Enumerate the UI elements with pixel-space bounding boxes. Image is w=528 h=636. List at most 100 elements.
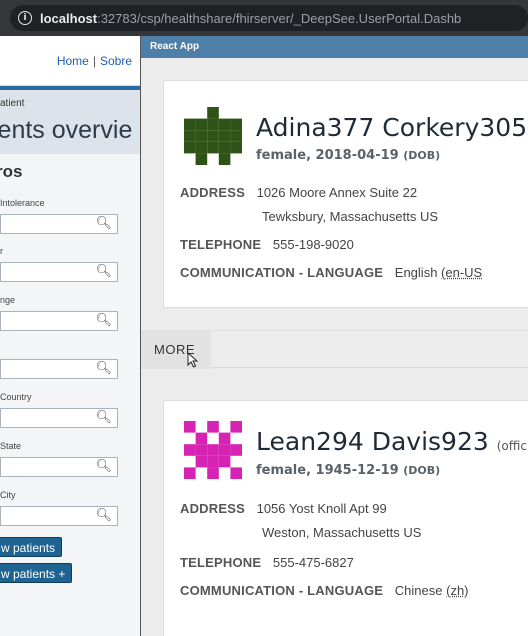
- telephone-value: 555-475-6827: [272, 555, 354, 570]
- gender-birthdate: female, 1945-12-19: [256, 463, 399, 478]
- filter-input[interactable]: 🔍︎: [0, 214, 118, 234]
- mouse-cursor-icon: [187, 352, 199, 368]
- search-icon[interactable]: 🔍︎: [95, 508, 112, 523]
- identicon-cell: [218, 153, 231, 165]
- identicon-cell: [195, 141, 208, 154]
- patient-list: Adina377 Corkery305 (o female, 2018-04-1…: [141, 58, 528, 636]
- search-icon[interactable]: 🔍︎: [95, 313, 112, 328]
- patient-card: Adina377 Corkery305 (o female, 2018-04-1…: [163, 80, 528, 308]
- patient-gender-birth: female, 1945-12-19 (DOB): [256, 463, 440, 478]
- address-line2: Weston, Massachusetts US: [262, 525, 422, 540]
- dob-tag: (DOB): [403, 149, 441, 162]
- url-field[interactable]: i localhost :32783/csp/healthshare/fhirs…: [10, 5, 528, 31]
- identicon-cell: [195, 130, 208, 142]
- filter-label: Country: [0, 392, 32, 402]
- filter-label: [0, 343, 118, 355]
- browser-address-bar: i localhost :32783/csp/healthshare/fhirs…: [0, 0, 528, 36]
- language-row: COMMUNICATION - LANGUAGE Chinese (zh): [180, 583, 469, 598]
- identicon-cell: [230, 118, 242, 131]
- identicon-cell: [207, 107, 219, 119]
- filter-gender: r 🔍︎: [0, 246, 118, 282]
- address-line2: Tewksbury, Massachusetts US: [262, 209, 439, 224]
- filter-input[interactable]: 🔍︎: [0, 506, 118, 526]
- identicon-cell: [230, 444, 242, 456]
- react-app-window: React App Adina377 Corkery305 (o female,…: [140, 36, 528, 636]
- more-bar: MORE: [141, 330, 528, 369]
- identicon-cell: [207, 141, 219, 154]
- more-button[interactable]: MORE: [141, 331, 211, 369]
- identicon-cell: [207, 467, 219, 479]
- address-line1: 1026 Moore Annex Suite 22: [256, 185, 418, 200]
- filters-heading: ros: [0, 162, 23, 181]
- identicon-cell: [230, 141, 242, 154]
- identicon-cell: [218, 455, 231, 468]
- filter-label: r: [0, 246, 3, 256]
- dashboard-subtitle: atient: [0, 98, 25, 109]
- react-app-title: React App: [141, 36, 528, 58]
- view-patients-new-button[interactable]: w patients +: [0, 563, 73, 583]
- filter-input[interactable]: 🔍︎: [0, 262, 118, 282]
- communication-key: COMMUNICATION - LANGUAGE: [180, 583, 384, 598]
- identicon-avatar: [184, 107, 242, 165]
- telephone-key: TELEPHONE: [180, 555, 262, 570]
- dashboard-title: ients overvie: [0, 116, 133, 144]
- search-icon[interactable]: 🔍︎: [95, 216, 112, 231]
- screen: i localhost :32783/csp/healthshare/fhirs…: [0, 0, 528, 636]
- search-icon[interactable]: 🔍︎: [95, 361, 112, 376]
- identicon-cell: [195, 444, 208, 456]
- language-value: English: [394, 265, 438, 280]
- dob-tag: (DOB): [403, 464, 441, 477]
- identicon-cell: [184, 118, 196, 131]
- filter-input[interactable]: 🔍︎: [0, 311, 118, 331]
- home-link[interactable]: Home: [57, 54, 89, 68]
- language-value: Chinese: [394, 583, 443, 598]
- filter-allergy: Intolerance 🔍︎: [0, 198, 118, 234]
- identicon-cell: [218, 130, 231, 142]
- address-row: ADDRESS 1056 Yost Knoll Apt 99: [180, 501, 387, 516]
- identicon-cell: [218, 118, 231, 131]
- identicon-cell: [218, 141, 231, 154]
- address-key: ADDRESS: [180, 185, 245, 200]
- gender-birthdate: female, 2018-04-19: [256, 148, 399, 163]
- identicon-cell: [207, 130, 219, 142]
- identicon-cell: [218, 432, 231, 445]
- info-icon[interactable]: i: [18, 11, 32, 25]
- view-patients-button[interactable]: w patients: [0, 537, 63, 557]
- address-row-2: Weston, Massachusetts US: [262, 525, 421, 540]
- search-icon[interactable]: 🔍︎: [95, 264, 112, 279]
- patient-name: Adina377 Corkery305 (o: [256, 113, 528, 142]
- telephone-key: TELEPHONE: [180, 237, 262, 252]
- identicon-cell: [184, 467, 196, 479]
- identicon-cell: [184, 141, 196, 154]
- telephone-row: TELEPHONE 555-475-6827: [180, 555, 354, 570]
- telephone-row: TELEPHONE 555-198-9020: [180, 237, 354, 252]
- name-use-tag: (official: [496, 439, 528, 453]
- patient-name: Lean294 Davis923 (official: [256, 427, 528, 456]
- address-line1: 1056 Yost Knoll Apt 99: [256, 501, 387, 516]
- filter-city: City 🔍︎: [0, 490, 118, 526]
- filter-input[interactable]: 🔍︎: [0, 359, 118, 379]
- portal-nav: Home | Sobre: [0, 36, 140, 86]
- url-host: localhost: [40, 10, 98, 26]
- search-icon[interactable]: 🔍︎: [95, 459, 112, 474]
- communication-key: COMMUNICATION - LANGUAGE: [180, 265, 384, 280]
- identicon-cell: [207, 444, 219, 456]
- identicon-cell: [184, 421, 196, 433]
- nav-separator: |: [92, 53, 96, 68]
- filter-label: State: [0, 441, 22, 451]
- dashboard-title-bar: atient ients overvie: [0, 86, 140, 154]
- filter-state: State 🔍︎: [0, 441, 118, 477]
- about-link[interactable]: Sobre: [100, 54, 132, 68]
- filter-input[interactable]: 🔍︎: [0, 457, 118, 477]
- identicon-cell: [195, 118, 208, 131]
- search-icon[interactable]: 🔍︎: [95, 410, 112, 425]
- identicon-avatar: [184, 421, 242, 479]
- url-path: :32783/csp/healthshare/fhirserver/_DeepS…: [97, 10, 462, 26]
- identicon-cell: [195, 153, 208, 165]
- identicon-cell: [195, 432, 208, 445]
- patient-gender-birth: female, 2018-04-19 (DOB): [256, 148, 440, 163]
- language-code: (zh): [446, 583, 469, 598]
- identicon-cell: [184, 444, 196, 456]
- filter-label: City: [0, 490, 16, 500]
- filter-input[interactable]: 🔍︎: [0, 408, 118, 428]
